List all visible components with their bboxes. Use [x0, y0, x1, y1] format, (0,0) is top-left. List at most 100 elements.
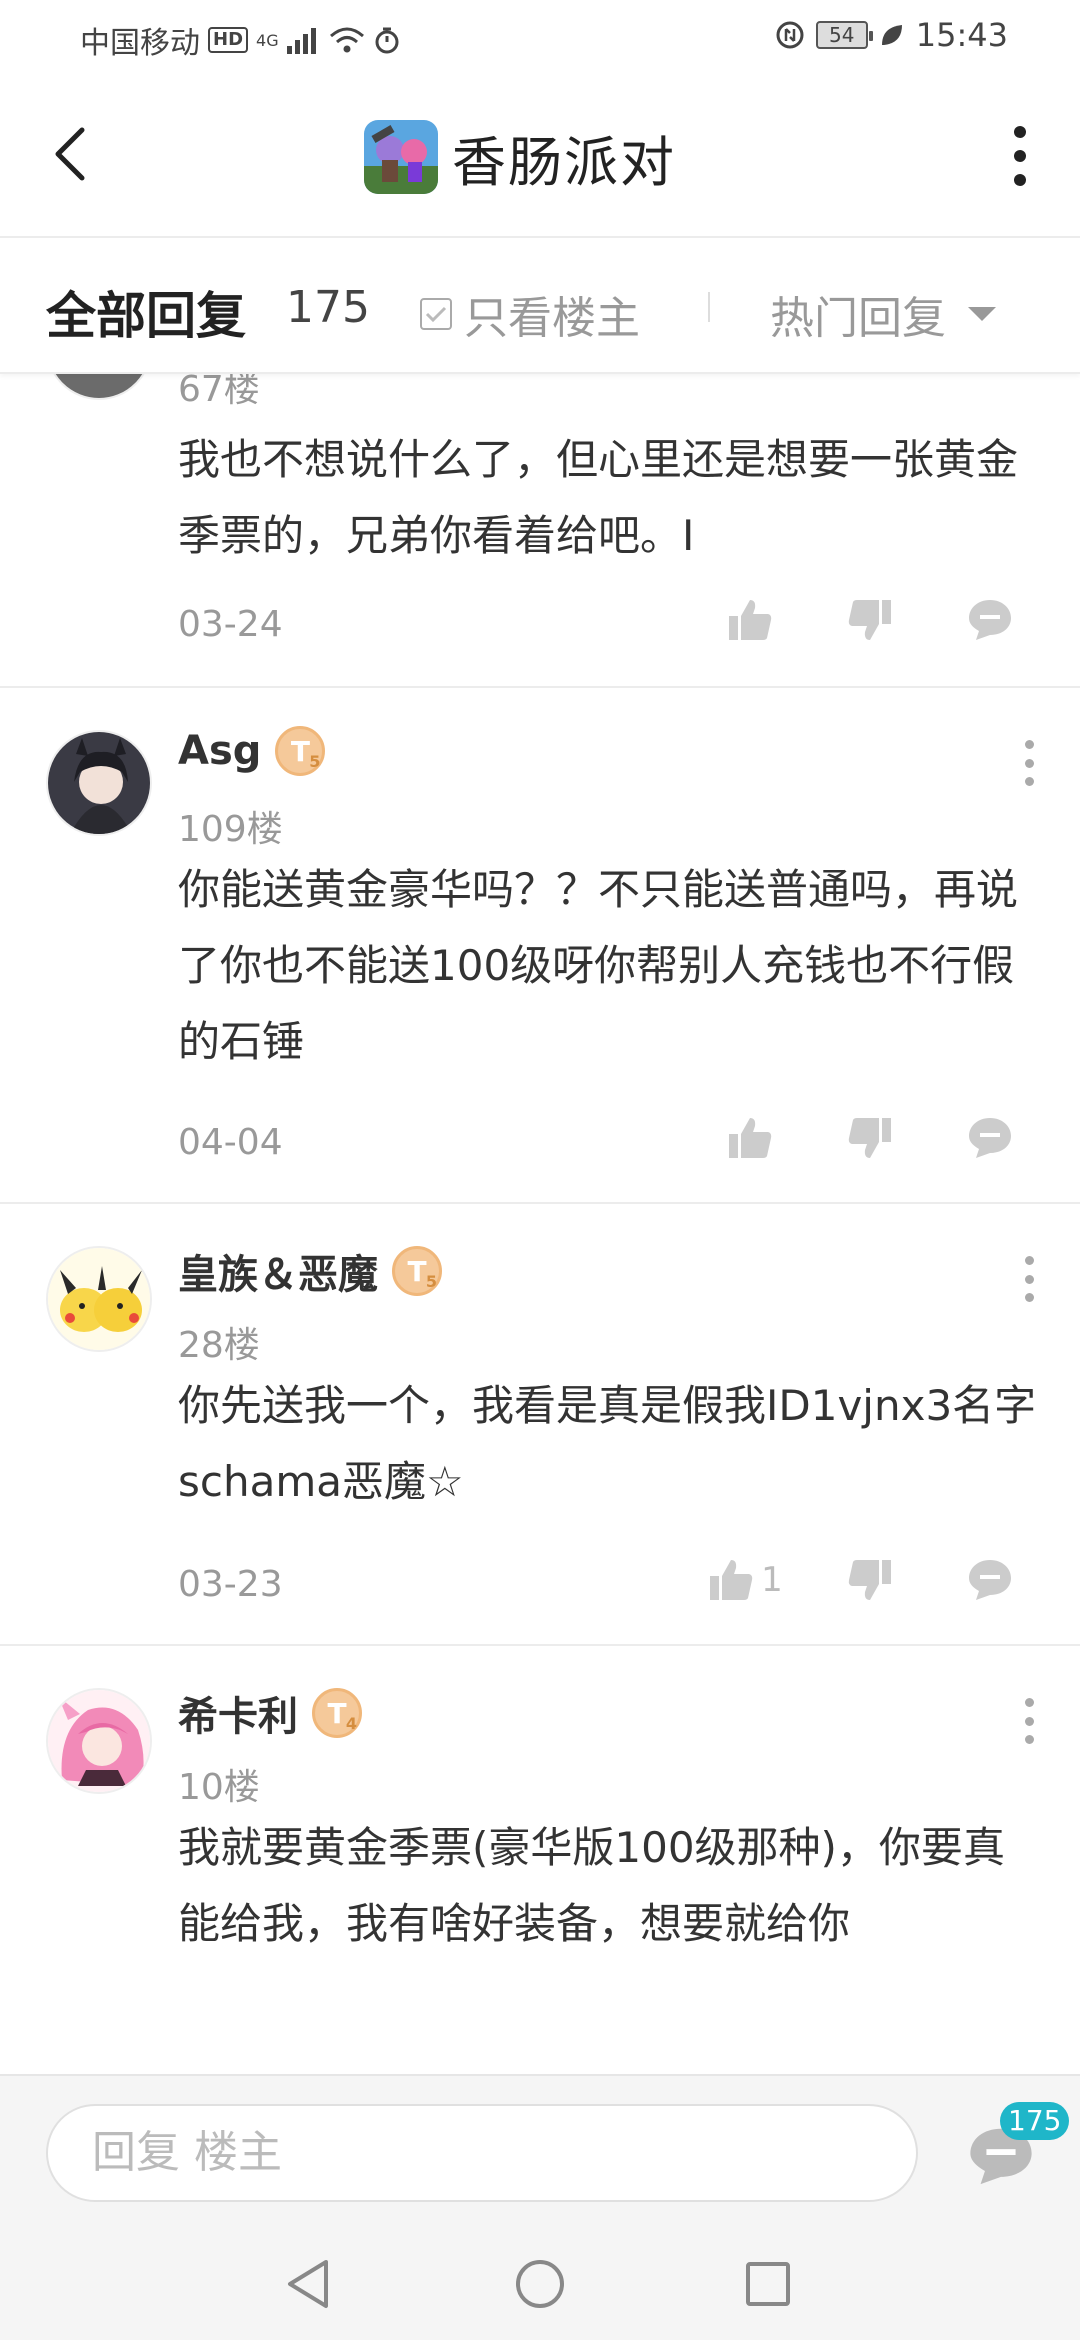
comment-button[interactable] [930, 1114, 1050, 1162]
thumbs-up-icon [710, 1560, 753, 1600]
like-button[interactable]: 1 [680, 1556, 810, 1604]
app-header: 香肠派对 [0, 76, 1080, 238]
comment-button[interactable] [930, 596, 1050, 644]
level-badge: T5 [275, 726, 326, 776]
reply-date: 03-23 [178, 1564, 283, 1605]
badge-level: 5 [309, 752, 321, 771]
username[interactable]: 希卡利 T4 [178, 1684, 362, 1742]
status-right: 54 15:43 [774, 16, 1008, 54]
level-badge: T4 [312, 1688, 362, 1738]
reply-more-button[interactable] [1022, 1256, 1036, 1302]
game-icon [364, 120, 438, 194]
avatar[interactable] [46, 374, 152, 400]
dot-icon [1014, 150, 1026, 162]
floor-number: 28楼 [178, 1325, 260, 1366]
dot-icon [1024, 1293, 1034, 1302]
only-owner-label: 只看楼主 [464, 293, 640, 344]
reply-text: 你能送黄金豪华吗？？不只能送普通吗，再说了你也不能送100级呀你帮别人充钱也不行… [178, 865, 1019, 1066]
floor-number: 10楼 [178, 1767, 260, 1808]
reply-item[interactable]: 皇族＆恶魔 T5 28楼 你先送我一个，我看是真是假我ID1vjnx3名字sch… [0, 1206, 1080, 1646]
dot-icon [1024, 1274, 1034, 1284]
back-arrow-icon [55, 127, 85, 181]
reply-text: 我也不想说什么了，但心里还是想要一张黄金季票的，兄弟你看着给吧。I [178, 435, 1019, 560]
username-label: 皇族＆恶魔 [178, 1252, 378, 1298]
dot-icon [1024, 1716, 1034, 1726]
reply-more-button[interactable] [1022, 1698, 1036, 1744]
dot-icon [1024, 758, 1034, 768]
reply-input[interactable]: 回复 楼主 [46, 2104, 918, 2202]
dislike-button[interactable] [810, 1556, 930, 1604]
dot-icon [1024, 740, 1034, 749]
dot-icon [1024, 1256, 1034, 1265]
reply-actions [690, 1114, 1050, 1162]
thumbs-down-icon [848, 1118, 891, 1158]
badge-level: 5 [425, 1272, 437, 1291]
username-label: Asg [178, 728, 262, 774]
dot-icon [1014, 126, 1026, 138]
avatar[interactable] [46, 730, 152, 836]
reply-item[interactable]: 希卡利 T4 10楼 我就要黄金季票(豪华版100级那种)，你要真能给我，我有啥… [0, 1648, 1080, 2074]
reply-item[interactable]: Asg T5 109楼 你能送黄金豪华吗？？不只能送普通吗，再说了你也不能送10… [0, 690, 1080, 1204]
filter-divider [708, 292, 710, 322]
badge-letter: T [290, 734, 310, 768]
dot-icon [1024, 1735, 1034, 1744]
badge-letter: T [327, 1696, 347, 1730]
like-button[interactable] [690, 596, 810, 644]
floor-number: 67楼 [178, 374, 260, 410]
power-saving-leaf-icon [881, 25, 902, 45]
dislike-button[interactable] [810, 1114, 930, 1162]
status-bar: 中国移动 HD 4G 54 15:43 [0, 0, 1080, 76]
username[interactable]: 皇族＆恶魔 T5 [178, 1242, 442, 1300]
reply-text: 你先送我一个，我看是真是假我ID1vjnx3名字schama恶魔☆ [178, 1381, 1037, 1506]
username-label: 希卡利 [178, 1694, 298, 1740]
wifi-icon [329, 27, 364, 53]
filter-bar: 全部回复 175 只看楼主 热门回复 [0, 240, 1080, 374]
reply-more-button[interactable] [1022, 740, 1036, 786]
reply-date: 04-04 [178, 1122, 283, 1163]
nav-back-button[interactable] [282, 2258, 334, 2310]
caret-down-icon [968, 307, 996, 321]
like-count: 1 [761, 1560, 783, 1600]
nav-recents-button[interactable] [742, 2258, 794, 2310]
comment-bubble-icon [969, 1560, 1011, 1600]
reply-actions: 1 [680, 1556, 1050, 1604]
reply-count: 175 [286, 282, 370, 333]
sort-label: 热门回复 [770, 293, 946, 344]
comment-bubble-icon [969, 600, 1011, 640]
thumbs-up-icon [729, 600, 772, 640]
floor-number: 109楼 [178, 809, 283, 850]
badge-letter: T [407, 1254, 427, 1288]
like-button[interactable] [690, 1114, 810, 1162]
more-options-button[interactable] [1010, 126, 1030, 186]
page-title: 香肠派对 [452, 130, 676, 194]
only-owner-toggle[interactable]: 只看楼主 [420, 282, 640, 346]
comment-count-badge: 175 [1000, 2102, 1070, 2140]
hd-icon: HD [208, 27, 249, 53]
avatar[interactable] [46, 1246, 152, 1352]
reply-list: 67楼 我也不想说什么了，但心里还是想要一张黄金季票的，兄弟你看着给吧。I 03… [0, 374, 1080, 2074]
reply-item[interactable]: 67楼 我也不想说什么了，但心里还是想要一张黄金季票的，兄弟你看着给吧。I 03… [0, 374, 1080, 688]
badge-level: 4 [345, 1714, 357, 1733]
carrier-label: 中国移动 [80, 26, 200, 61]
dislike-button[interactable] [810, 596, 930, 644]
reply-text: 我就要黄金季票(豪华版100级那种)，你要真能给我，我有啥好装备，想要就给你 [178, 1823, 1005, 1948]
status-left: 中国移动 HD 4G [80, 18, 401, 62]
dot-icon [1024, 777, 1034, 786]
reply-bar: 回复 楼主 175 [0, 2074, 1080, 2224]
thumbs-up-icon [729, 1118, 772, 1158]
comment-button[interactable] [930, 1556, 1050, 1604]
dot-icon [1024, 1698, 1034, 1707]
status-time: 15:43 [915, 16, 1008, 54]
avatar[interactable] [46, 1688, 152, 1794]
all-replies-title: 全部回复 [46, 287, 246, 345]
triangle-back-icon [288, 2260, 328, 2308]
username[interactable]: Asg T5 [178, 726, 326, 776]
system-nav-bar [0, 2224, 1080, 2340]
square-recents-icon [746, 2262, 790, 2306]
sort-dropdown[interactable]: 热门回复 [770, 282, 996, 346]
nav-home-button[interactable] [514, 2258, 566, 2310]
comment-bubble-icon [969, 1118, 1011, 1158]
back-button[interactable] [40, 124, 100, 184]
header-center[interactable]: 香肠派对 [364, 118, 676, 196]
data-saver-icon [776, 21, 804, 49]
